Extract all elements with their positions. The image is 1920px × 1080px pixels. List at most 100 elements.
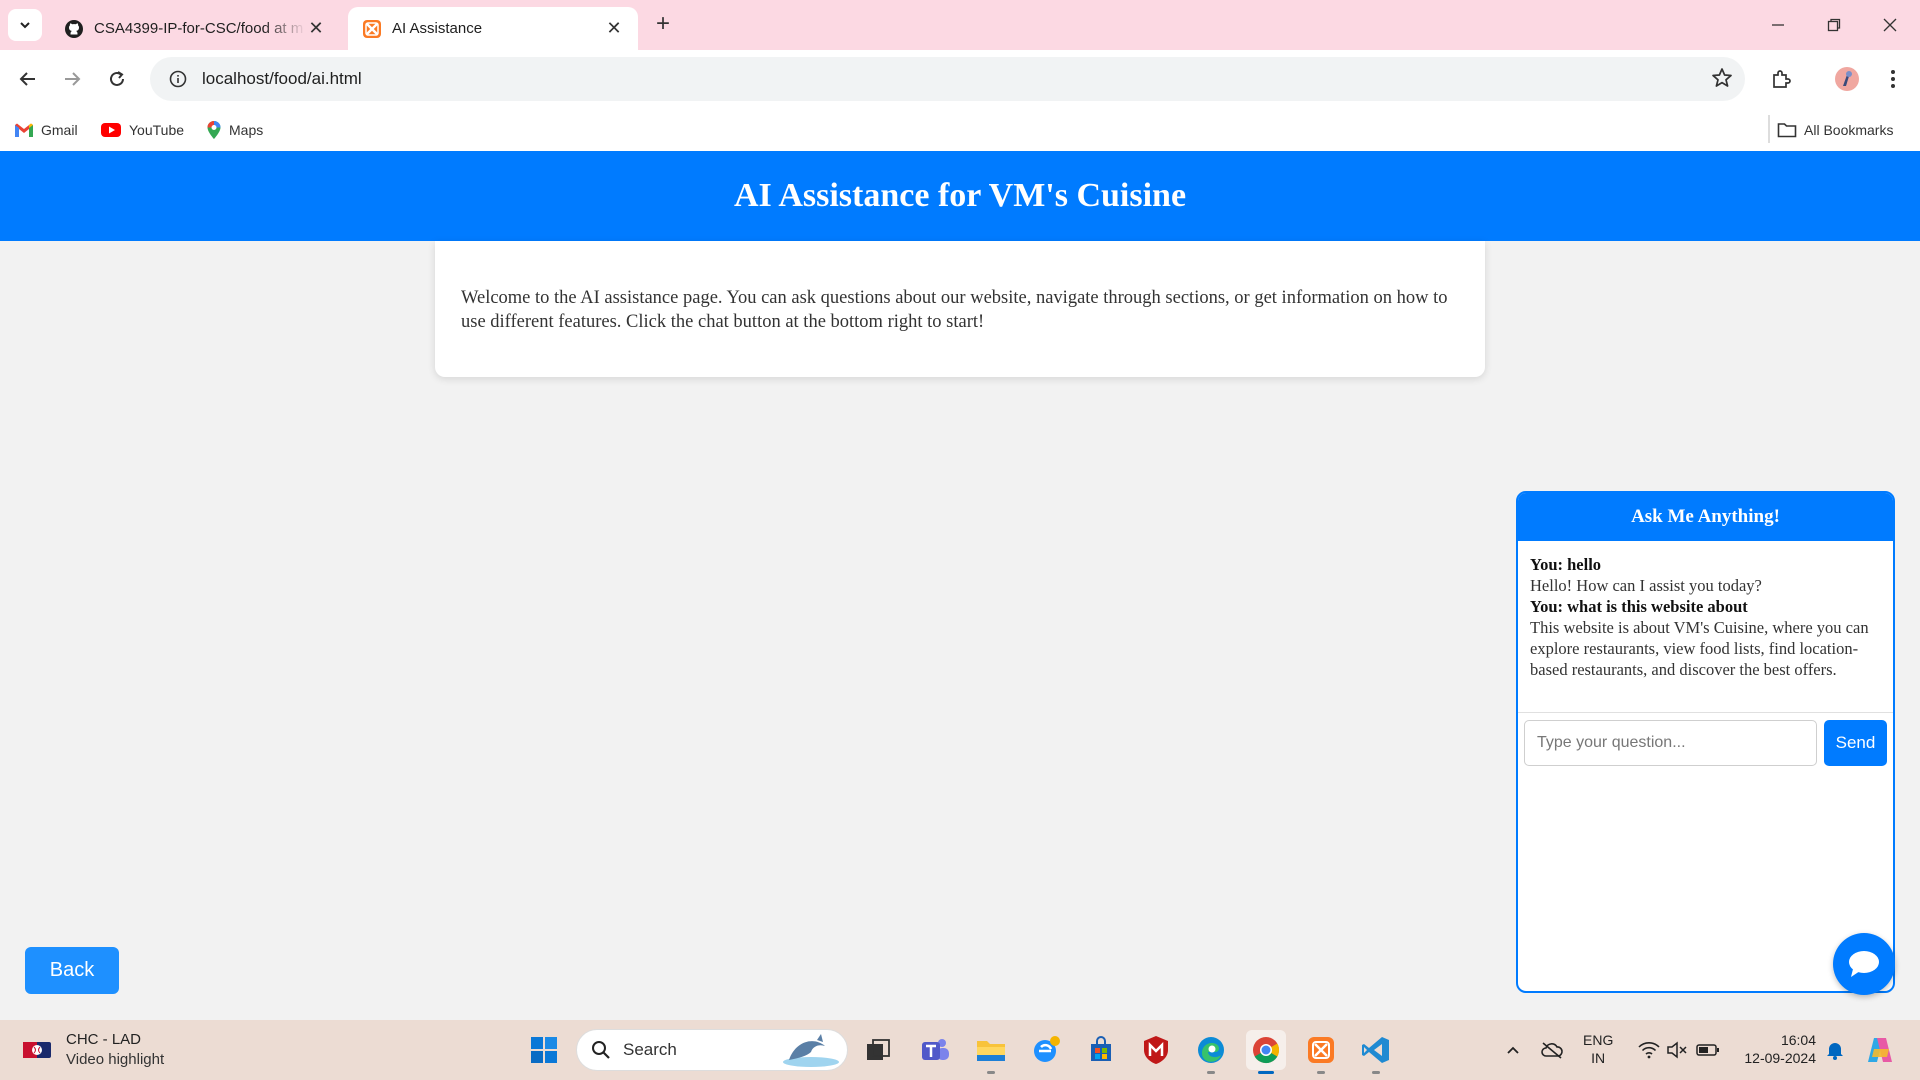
- tab-github[interactable]: CSA4399-IP-for-CSC/food at m ✕: [50, 7, 340, 50]
- widget-title: CHC - LAD: [66, 1031, 142, 1048]
- mcafee-app[interactable]: [1136, 1030, 1176, 1070]
- site-info-icon[interactable]: [158, 70, 198, 88]
- forward-nav-button[interactable]: [56, 63, 88, 95]
- bookmark-youtube[interactable]: YouTube: [100, 117, 184, 143]
- edge-icon: [1198, 1037, 1224, 1063]
- chevron-down-icon: [20, 22, 30, 29]
- reload-icon: [110, 71, 124, 86]
- page-viewport: AI Assistance for VM's Cuisine Welcome t…: [0, 151, 1920, 1020]
- back-button[interactable]: Back: [25, 947, 119, 994]
- close-icon[interactable]: ✕: [306, 18, 326, 39]
- volume-tray[interactable]: [1664, 1030, 1690, 1070]
- welcome-text: Welcome to the AI assistance page. You c…: [461, 288, 1448, 332]
- ie-app[interactable]: [1026, 1030, 1066, 1070]
- widget-subtitle: Video highlight: [66, 1051, 165, 1068]
- xampp-icon: [362, 19, 382, 39]
- profile-avatar-icon[interactable]: [1831, 63, 1863, 95]
- active-indicator: [1258, 1071, 1274, 1074]
- store-icon: [1091, 1036, 1111, 1061]
- running-indicator: [1372, 1071, 1380, 1074]
- more-menu-icon[interactable]: [1877, 63, 1909, 95]
- battery-icon: [1696, 1044, 1719, 1056]
- copilot-button[interactable]: [1862, 1030, 1898, 1070]
- task-view-button[interactable]: [858, 1030, 898, 1070]
- bookmark-gmail[interactable]: Gmail: [14, 117, 78, 143]
- xampp-app[interactable]: [1301, 1030, 1341, 1074]
- clock[interactable]: 16:04 12-09-2024: [1734, 1031, 1816, 1067]
- vscode-icon: [1362, 1037, 1389, 1063]
- wifi-tray[interactable]: [1636, 1030, 1662, 1070]
- bookmark-star-icon[interactable]: [1711, 67, 1733, 94]
- tab-title: AI Assistance: [392, 20, 483, 37]
- lang-secondary: IN: [1591, 1050, 1606, 1066]
- close-window-button[interactable]: [1862, 0, 1918, 50]
- close-icon[interactable]: ✕: [604, 18, 624, 39]
- close-icon: [1883, 18, 1897, 32]
- minimize-icon: [1772, 24, 1784, 26]
- lang-primary: ENG: [1583, 1032, 1614, 1048]
- taskbar-search[interactable]: Search: [576, 1029, 848, 1071]
- bookmark-label: YouTube: [129, 122, 185, 138]
- tab-ai-assistance[interactable]: AI Assistance ✕: [348, 7, 638, 50]
- address-bar[interactable]: localhost/food/ai.html: [150, 57, 1745, 101]
- youtube-icon: [100, 122, 122, 138]
- language-indicator[interactable]: ENG IN: [1583, 1031, 1613, 1067]
- new-tab-button[interactable]: +: [650, 12, 676, 38]
- notifications-button[interactable]: [1822, 1030, 1848, 1070]
- browser-toolbar: localhost/food/ai.html: [0, 50, 1920, 108]
- chrome-icon: [1253, 1037, 1280, 1064]
- bookmarks-bar: Gmail YouTube Maps All Bookmarks: [0, 108, 1920, 151]
- bookmark-label: Maps: [229, 122, 264, 138]
- clock-date: 12-09-2024: [1744, 1050, 1816, 1066]
- chat-user-message: You: what is this website about: [1530, 597, 1748, 616]
- tab-search-button[interactable]: [8, 9, 42, 41]
- chat-messages: You: hello Hello! How can I assist you t…: [1518, 541, 1893, 713]
- all-bookmarks-button[interactable]: All Bookmarks: [1777, 117, 1893, 143]
- volume-muted-icon: [1667, 1041, 1687, 1059]
- chat-bubble-icon: [1849, 951, 1879, 977]
- bookmark-label: Gmail: [41, 122, 78, 138]
- restore-button[interactable]: [1806, 0, 1862, 50]
- arrow-left-icon: [19, 72, 35, 86]
- edge-app[interactable]: [1191, 1030, 1231, 1074]
- tray-overflow-button[interactable]: [1500, 1030, 1526, 1070]
- page-title: AI Assistance for VM's Cuisine: [733, 177, 1187, 214]
- welcome-card: Welcome to the AI assistance page. You c…: [435, 241, 1485, 377]
- chat-user-message: You: hello: [1530, 555, 1602, 574]
- chrome-app[interactable]: [1246, 1030, 1286, 1074]
- send-button[interactable]: Send: [1824, 720, 1887, 766]
- dolphin-search-art-icon: [777, 1032, 841, 1073]
- vscode-app[interactable]: [1356, 1030, 1396, 1074]
- gmail-icon: [14, 122, 34, 138]
- chat-bot-message: Hello! How can I assist you today?: [1530, 576, 1762, 595]
- news-widget[interactable]: CHC - LAD Video highlight: [22, 1030, 164, 1070]
- chat-toggle-button[interactable]: [1833, 933, 1895, 995]
- page-header: AI Assistance for VM's Cuisine: [0, 151, 1920, 241]
- clock-time: 16:04: [1780, 1032, 1816, 1048]
- teams-app[interactable]: [915, 1030, 955, 1070]
- search-label: Search: [623, 1040, 677, 1059]
- store-app[interactable]: [1081, 1030, 1121, 1070]
- url-text: localhost/food/ai.html: [202, 69, 362, 88]
- bookmark-maps[interactable]: Maps: [206, 117, 263, 143]
- file-explorer-app[interactable]: [971, 1030, 1011, 1074]
- chat-bot-message: This website is about VM's Cuisine, wher…: [1530, 618, 1869, 679]
- minimize-button[interactable]: [1750, 0, 1806, 50]
- maps-icon: [206, 120, 222, 140]
- internet-explorer-icon: [1034, 1036, 1060, 1062]
- arrow-right-icon: [65, 72, 81, 86]
- running-indicator: [1317, 1071, 1325, 1074]
- battery-tray[interactable]: [1694, 1030, 1722, 1070]
- chat-question-input[interactable]: [1524, 720, 1817, 766]
- running-indicator: [987, 1071, 995, 1074]
- back-nav-button[interactable]: [12, 63, 44, 95]
- task-view-icon: [867, 1039, 890, 1060]
- start-button[interactable]: [524, 1030, 564, 1070]
- extensions-icon[interactable]: [1765, 63, 1797, 95]
- cloud-offline-icon: [1541, 1042, 1563, 1059]
- windows-icon: [531, 1037, 557, 1063]
- reload-button[interactable]: [101, 63, 133, 95]
- bookmarks-divider: [1768, 115, 1770, 143]
- onedrive-tray[interactable]: [1538, 1030, 1566, 1070]
- folder-icon: [1777, 122, 1797, 138]
